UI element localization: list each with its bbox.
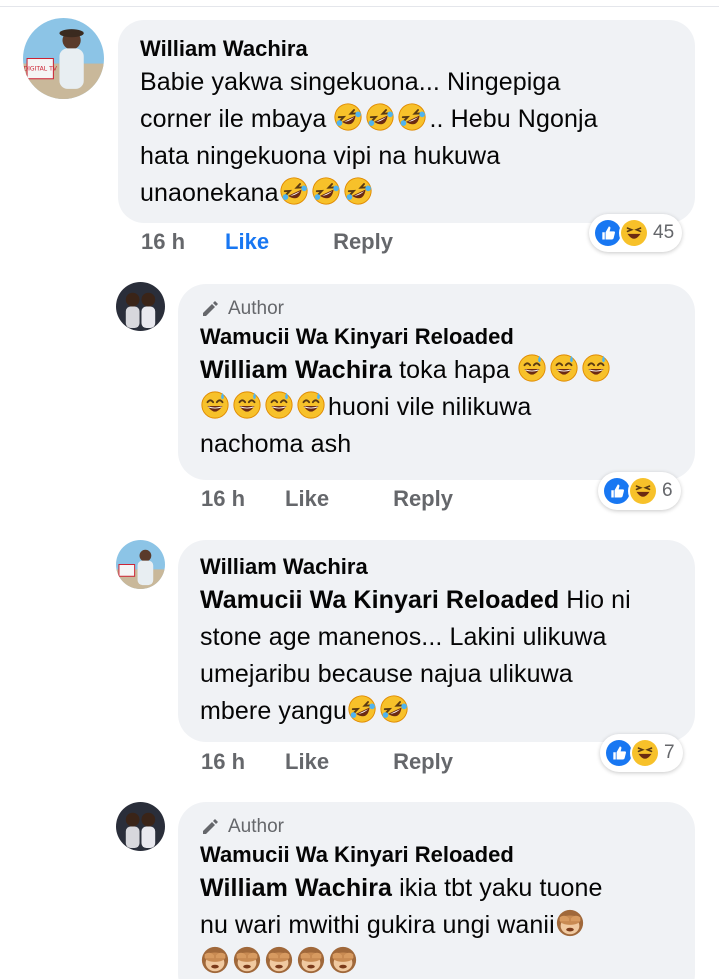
reply-button[interactable]: Reply bbox=[393, 749, 453, 775]
sweat-smile-emoji-icon bbox=[200, 390, 230, 420]
avatar[interactable] bbox=[116, 540, 165, 589]
comment-actions: 16 h Like Reply bbox=[201, 749, 453, 775]
comment-text-segment: Hio ni bbox=[559, 586, 631, 614]
comment-text-line: umejaribu because najua ulikuwa bbox=[200, 660, 573, 688]
author-label-text: Author bbox=[228, 298, 284, 319]
comment-text-line: nachoma ash bbox=[200, 430, 352, 458]
reaction-count: 45 bbox=[653, 222, 675, 243]
comment-text-line bbox=[200, 944, 673, 979]
comment-text-line: huoni vile nilikuwa bbox=[200, 389, 673, 426]
comment-author[interactable]: Wamucii Wa Kinyari Reloaded bbox=[200, 322, 673, 352]
haha-reaction-icon bbox=[630, 738, 660, 768]
top-divider bbox=[0, 6, 719, 7]
avatar[interactable] bbox=[116, 282, 165, 331]
pencil-icon bbox=[203, 301, 218, 316]
comment-text-segment: mbere yangu bbox=[200, 697, 348, 725]
comment-text-segment: unaonekana bbox=[140, 179, 279, 207]
like-button[interactable]: Like bbox=[225, 229, 269, 255]
author-label: Author bbox=[200, 298, 673, 320]
avatar[interactable]: DIGITAL TV bbox=[23, 18, 104, 99]
laughing-emoji-icon bbox=[311, 176, 341, 206]
see-no-evil-monkey-icon bbox=[555, 908, 585, 938]
laughing-emoji-icon bbox=[365, 102, 395, 132]
haha-reaction-icon bbox=[619, 218, 649, 248]
comment-text-segment: huoni vile nilikuwa bbox=[328, 393, 532, 421]
author-label: Author bbox=[200, 816, 673, 838]
comment-bubble: William Wachira Wamucii Wa Kinyari Reloa… bbox=[178, 540, 695, 742]
comment-text-segment: toka hapa bbox=[392, 356, 517, 384]
reply-button[interactable]: Reply bbox=[333, 229, 393, 255]
reaction-count: 6 bbox=[662, 480, 673, 501]
comment-text-line: William Wachira ikia tbt yaku tuone bbox=[200, 870, 673, 907]
comment-text-line: William Wachira toka hapa bbox=[200, 352, 673, 389]
comment-text-line: stone age manenos... Lakini ulikuwa bbox=[200, 623, 607, 651]
comment-text-segment: ikia tbt yaku tuone bbox=[392, 874, 603, 902]
like-button[interactable]: Like bbox=[285, 749, 329, 775]
comment-text-line: unaonekana bbox=[140, 175, 673, 212]
laughing-emoji-icon bbox=[333, 102, 363, 132]
author-label-text: Author bbox=[228, 816, 284, 837]
comment-text-line: corner ile mbaya .. Hebu Ngonja bbox=[140, 101, 673, 138]
mention-link[interactable]: William Wachira bbox=[200, 356, 392, 384]
comment-author[interactable]: William Wachira bbox=[200, 552, 673, 582]
comment-author[interactable]: William Wachira bbox=[140, 34, 673, 64]
reaction-count: 7 bbox=[664, 742, 675, 763]
comment-text-segment: .. Hebu Ngonja bbox=[429, 105, 598, 133]
comment-text-segment: nu wari mwithi gukira ungi wanii bbox=[200, 911, 555, 939]
comment-text: William Wachira ikia tbt yaku tuone nu w… bbox=[200, 870, 673, 979]
comment-text-line: Babie yakwa singekuona... Ningepiga bbox=[140, 68, 561, 96]
avatar-badge-text: DIGITAL TV bbox=[23, 66, 57, 73]
comment-text-line: nu wari mwithi gukira ungi wanii bbox=[200, 907, 673, 944]
sweat-smile-emoji-icon bbox=[232, 390, 262, 420]
comment-actions: 16 h Like Reply bbox=[201, 486, 453, 512]
timestamp[interactable]: 16 h bbox=[141, 229, 185, 255]
see-no-evil-monkey-icon bbox=[200, 945, 230, 975]
comment-text-line: mbere yangu bbox=[200, 693, 673, 730]
sweat-smile-emoji-icon bbox=[517, 353, 547, 383]
comment-text: William Wachira toka hapa huoni vile nil… bbox=[200, 352, 673, 463]
haha-reaction-icon bbox=[628, 476, 658, 506]
comment-text: Wamucii Wa Kinyari Reloaded Hio ni stone… bbox=[200, 582, 673, 730]
laughing-emoji-icon bbox=[343, 176, 373, 206]
laughing-emoji-icon bbox=[379, 694, 409, 724]
sweat-smile-emoji-icon bbox=[581, 353, 611, 383]
see-no-evil-monkey-icon bbox=[328, 945, 358, 975]
comment-text-line: Wamucii Wa Kinyari Reloaded Hio ni bbox=[200, 582, 673, 619]
reaction-summary[interactable]: 6 bbox=[598, 472, 681, 510]
comment-bubble: Author Wamucii Wa Kinyari Reloaded Willi… bbox=[178, 284, 695, 480]
comment-author[interactable]: Wamucii Wa Kinyari Reloaded bbox=[200, 840, 673, 870]
sweat-smile-emoji-icon bbox=[264, 390, 294, 420]
reaction-summary[interactable]: 45 bbox=[589, 214, 683, 252]
like-button[interactable]: Like bbox=[285, 486, 329, 512]
avatar[interactable] bbox=[116, 802, 165, 851]
sweat-smile-emoji-icon bbox=[549, 353, 579, 383]
reaction-summary[interactable]: 7 bbox=[600, 734, 683, 772]
comment-bubble: William Wachira Babie yakwa singekuona..… bbox=[118, 20, 695, 223]
comment-bubble: Author Wamucii Wa Kinyari Reloaded Willi… bbox=[178, 802, 695, 979]
laughing-emoji-icon bbox=[347, 694, 377, 724]
see-no-evil-monkey-icon bbox=[264, 945, 294, 975]
see-no-evil-monkey-icon bbox=[296, 945, 326, 975]
laughing-emoji-icon bbox=[397, 102, 427, 132]
comment-text: Babie yakwa singekuona... Ningepiga corn… bbox=[140, 64, 673, 212]
comment-text-segment: corner ile mbaya bbox=[140, 105, 334, 133]
mention-link[interactable]: William Wachira bbox=[200, 874, 392, 902]
mention-link[interactable]: Wamucii Wa Kinyari Reloaded bbox=[200, 586, 559, 614]
see-no-evil-monkey-icon bbox=[232, 945, 262, 975]
timestamp[interactable]: 16 h bbox=[201, 749, 245, 775]
laughing-emoji-icon bbox=[279, 176, 309, 206]
pencil-icon bbox=[203, 819, 218, 834]
comment-actions: 16 h Like Reply bbox=[141, 229, 393, 255]
sweat-smile-emoji-icon bbox=[296, 390, 326, 420]
comment-text-line: hata ningekuona vipi na hukuwa bbox=[140, 142, 501, 170]
reply-button[interactable]: Reply bbox=[393, 486, 453, 512]
timestamp[interactable]: 16 h bbox=[201, 486, 245, 512]
